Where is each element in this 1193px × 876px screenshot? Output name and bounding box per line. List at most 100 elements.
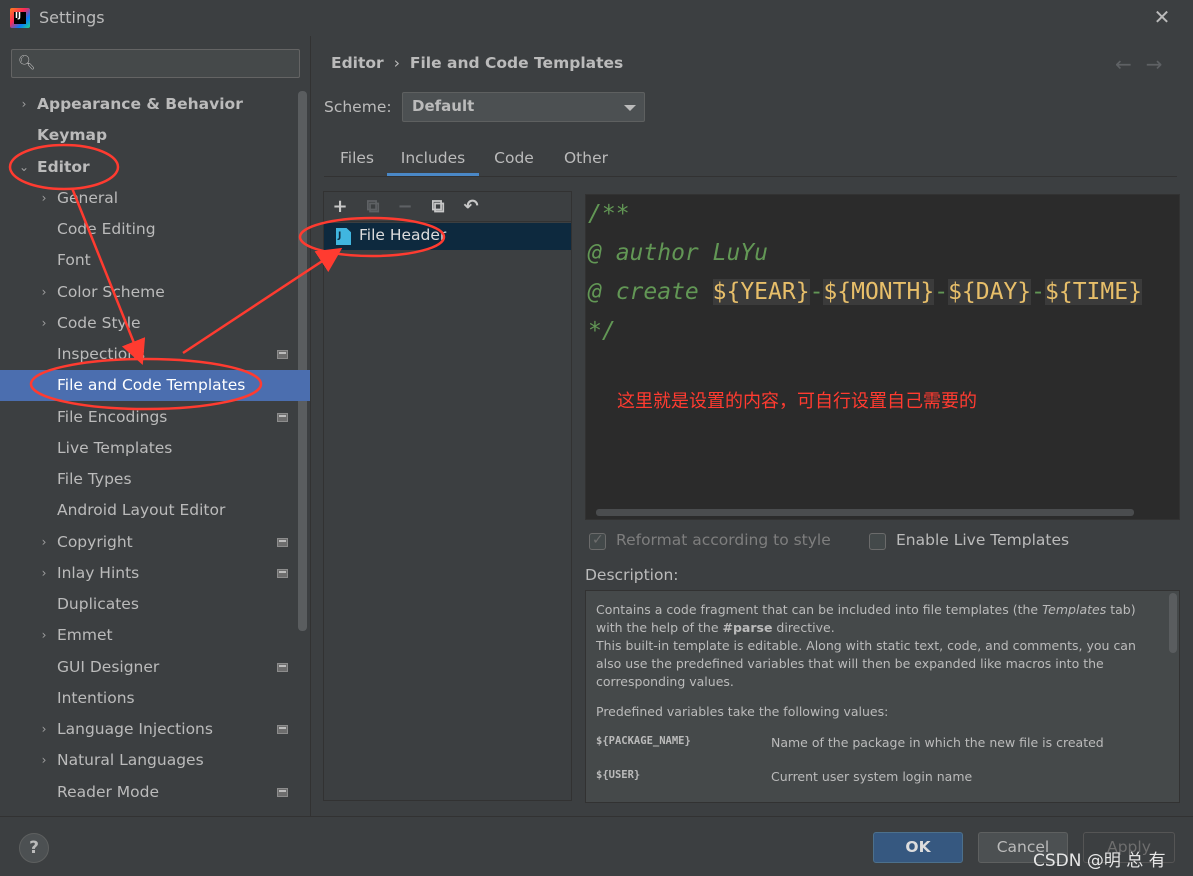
add-template-button[interactable]: + <box>329 196 351 218</box>
sidebar-item-label: Emmet <box>57 626 113 644</box>
tab-other[interactable]: Other <box>549 144 623 176</box>
sidebar-item-font[interactable]: Font <box>0 245 310 276</box>
tabs-underline <box>324 176 1177 177</box>
sidebar-item-editor[interactable]: ⌄ Editor <box>0 152 310 183</box>
sidebar-item-label: Keymap <box>37 126 108 144</box>
description-text: Contains a code fragment that can be inc… <box>596 601 1156 733</box>
tab-includes[interactable]: Includes <box>387 144 479 176</box>
desc-directive: #parse <box>722 620 773 635</box>
copy-template-button[interactable]: ⧉ <box>427 196 449 218</box>
add-child-template-icon: ⧉ <box>366 196 380 217</box>
ok-button[interactable]: OK <box>873 832 963 863</box>
sidebar-item-live-templates[interactable]: Live Templates <box>0 433 310 464</box>
template-toolbar: + ⧉ − ⧉ ↶ <box>324 192 571 222</box>
sidebar-item-label: Live Templates <box>57 439 173 457</box>
checkbox-box <box>589 532 606 550</box>
sidebar-item-natural-languages[interactable]: › Natural Languages <box>0 745 310 776</box>
description-scrollbar[interactable] <box>1169 593 1177 653</box>
project-settings-icon <box>277 413 288 422</box>
sidebar-item-code-style[interactable]: › Code Style <box>0 308 310 339</box>
breadcrumb: Editor › File and Code Templates <box>331 54 623 72</box>
sidebar-item-duplicates[interactable]: Duplicates <box>0 589 310 620</box>
project-settings-icon <box>277 663 288 672</box>
template-code-editor[interactable]: /** @ author LuYu @ create ${YEAR}-${MON… <box>585 194 1180 520</box>
sidebar-item-emmet[interactable]: › Emmet <box>0 620 310 651</box>
sidebar-item-label: Font <box>57 251 91 269</box>
chevron-down-icon[interactable]: ⌄ <box>18 152 30 183</box>
help-button[interactable]: ? <box>19 833 49 863</box>
sidebar-item-android-layout-editor[interactable]: Android Layout Editor <box>0 495 310 526</box>
code-line: @ author LuYu <box>588 240 769 266</box>
sidebar-item-file-types[interactable]: File Types <box>0 464 310 495</box>
sidebar-item-reader-mode[interactable]: Reader Mode <box>0 777 310 808</box>
sidebar-item-label: Reader Mode <box>57 783 160 801</box>
sidebar-item-label: GUI Designer <box>57 658 160 676</box>
sidebar-item-label: Inlay Hints <box>57 564 140 582</box>
chevron-right-icon[interactable]: › <box>38 558 50 589</box>
settings-sidebar: 🔍︎ › Appearance & Behavior Keymap ⌄ Edit… <box>0 36 310 816</box>
sidebar-item-appearance-behavior[interactable]: › Appearance & Behavior <box>0 89 310 120</box>
remove-template-button: − <box>397 196 413 217</box>
scheme-label: Scheme: <box>324 98 392 116</box>
code-line: /** <box>588 201 630 227</box>
chevron-right-icon[interactable]: › <box>38 277 50 308</box>
reset-template-button[interactable]: ↶ <box>460 196 482 218</box>
desc-emphasis: Templates <box>1042 602 1107 617</box>
sidebar-item-keymap[interactable]: Keymap <box>0 120 310 151</box>
sidebar-item-file-and-code-templates[interactable]: File and Code Templates <box>0 370 310 401</box>
chevron-right-icon[interactable]: › <box>38 714 50 745</box>
sidebar-item-label: File Types <box>57 470 132 488</box>
sidebar-item-label: File Encodings <box>57 408 168 426</box>
checkbox-label: Enable Live Templates <box>896 531 1070 549</box>
project-settings-icon <box>277 725 288 734</box>
list-item[interactable]: File Header <box>324 223 571 250</box>
variable-desc: Current user system login name <box>771 769 973 784</box>
sidebar-item-color-scheme[interactable]: › Color Scheme <box>0 277 310 308</box>
sidebar-item-label: Android Layout Editor <box>57 501 226 519</box>
search-box[interactable]: 🔍︎ <box>11 49 300 78</box>
editor-horizontal-scrollbar[interactable] <box>596 509 1134 516</box>
chevron-right-icon[interactable]: › <box>38 620 50 651</box>
sidebar-item-label: Language Injections <box>57 720 213 738</box>
chevron-right-icon[interactable]: › <box>38 308 50 339</box>
desc-text: Predefined variables take the following … <box>596 704 889 719</box>
sidebar-item-copyright[interactable]: › Copyright <box>0 527 310 558</box>
sidebar-item-intentions[interactable]: Intentions <box>0 683 310 714</box>
back-arrow-icon[interactable]: ← <box>1115 52 1146 76</box>
description-label: Description: <box>585 566 679 584</box>
chevron-right-icon[interactable]: › <box>38 183 50 214</box>
desc-text: Contains a code fragment that can be inc… <box>596 602 1043 617</box>
code-line: @ create ${YEAR}-${MONTH}-${DAY}-${TIME} <box>588 279 1142 305</box>
search-input[interactable] <box>42 53 292 74</box>
scheme-dropdown[interactable]: Default <box>402 92 645 122</box>
variable-row: ${USER} Current user system login name <box>596 769 1166 787</box>
sidebar-item-label: File and Code Templates <box>57 376 246 394</box>
chevron-right-icon[interactable]: › <box>18 89 30 120</box>
close-icon[interactable]: ✕ <box>1150 4 1174 30</box>
variable-name: ${USER} <box>596 769 641 781</box>
code-text: - <box>934 279 949 305</box>
window-title: Settings <box>39 8 105 27</box>
checkbox-box[interactable] <box>869 533 886 550</box>
tab-code[interactable]: Code <box>479 144 549 176</box>
sidebar-item-gui-designer[interactable]: GUI Designer <box>0 652 310 683</box>
forward-arrow-icon[interactable]: → <box>1146 52 1177 76</box>
scheme-value: Default <box>412 97 475 115</box>
sidebar-item-label: Duplicates <box>57 595 139 613</box>
sidebar-item-file-encodings[interactable]: File Encodings <box>0 402 310 433</box>
code-text: - <box>1031 279 1046 305</box>
title-bar: IJ Settings ✕ <box>0 0 1193 36</box>
sidebar-item-language-injections[interactable]: › Language Injections <box>0 714 310 745</box>
sidebar-item-general[interactable]: › General <box>0 183 310 214</box>
breadcrumb-parent[interactable]: Editor <box>331 54 384 72</box>
chevron-right-icon[interactable]: › <box>38 745 50 776</box>
project-settings-icon <box>277 350 288 359</box>
chevron-right-icon[interactable]: › <box>38 527 50 558</box>
tab-files[interactable]: Files <box>327 144 387 176</box>
sidebar-item-inlay-hints[interactable]: › Inlay Hints <box>0 558 310 589</box>
code-variable: ${TIME} <box>1045 279 1142 305</box>
sidebar-item-label: Natural Languages <box>57 751 204 769</box>
sidebar-item-label: Code Editing <box>57 220 156 238</box>
sidebar-item-inspections[interactable]: Inspections <box>0 339 310 370</box>
sidebar-item-code-editing[interactable]: Code Editing <box>0 214 310 245</box>
